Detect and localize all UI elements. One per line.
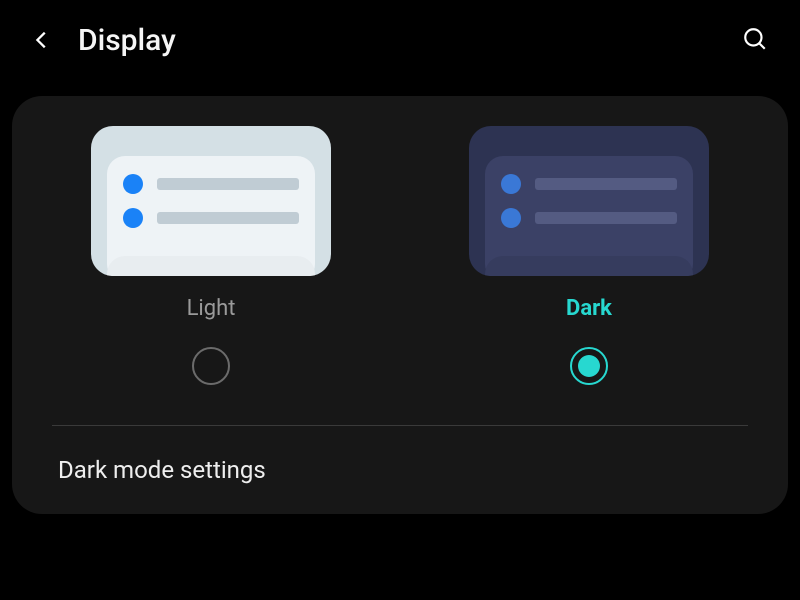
theme-option-light[interactable]: Light <box>52 126 370 385</box>
preview-bar <box>157 178 299 190</box>
theme-selector-row: Light Dark <box>52 126 748 385</box>
search-button[interactable] <box>742 26 770 54</box>
theme-label-light: Light <box>187 296 236 321</box>
chevron-left-icon <box>31 29 53 51</box>
page-title: Display <box>78 23 176 58</box>
preview-line <box>123 174 299 194</box>
preview-reflection <box>485 256 693 276</box>
radio-light[interactable] <box>192 347 230 385</box>
display-settings-card: Light Dark <box>12 96 788 514</box>
preview-dot-icon <box>501 174 521 194</box>
radio-dark[interactable] <box>570 347 608 385</box>
preview-line <box>501 208 677 228</box>
theme-option-dark[interactable]: Dark <box>430 126 748 385</box>
preview-dot-icon <box>501 208 521 228</box>
app-header: Display <box>0 0 800 80</box>
radio-inner-dot-icon <box>578 355 600 377</box>
preview-bar <box>157 212 299 224</box>
preview-reflection <box>107 256 315 276</box>
preview-dot-icon <box>123 208 143 228</box>
preview-dot-icon <box>123 174 143 194</box>
preview-bar <box>535 178 677 190</box>
dark-theme-preview <box>469 126 709 276</box>
light-theme-preview <box>91 126 331 276</box>
search-icon <box>742 26 768 52</box>
back-button[interactable] <box>30 28 54 52</box>
dark-mode-settings-item[interactable]: Dark mode settings <box>52 426 748 514</box>
theme-label-dark: Dark <box>566 296 612 321</box>
preview-bar <box>535 212 677 224</box>
preview-line <box>123 208 299 228</box>
preview-line <box>501 174 677 194</box>
